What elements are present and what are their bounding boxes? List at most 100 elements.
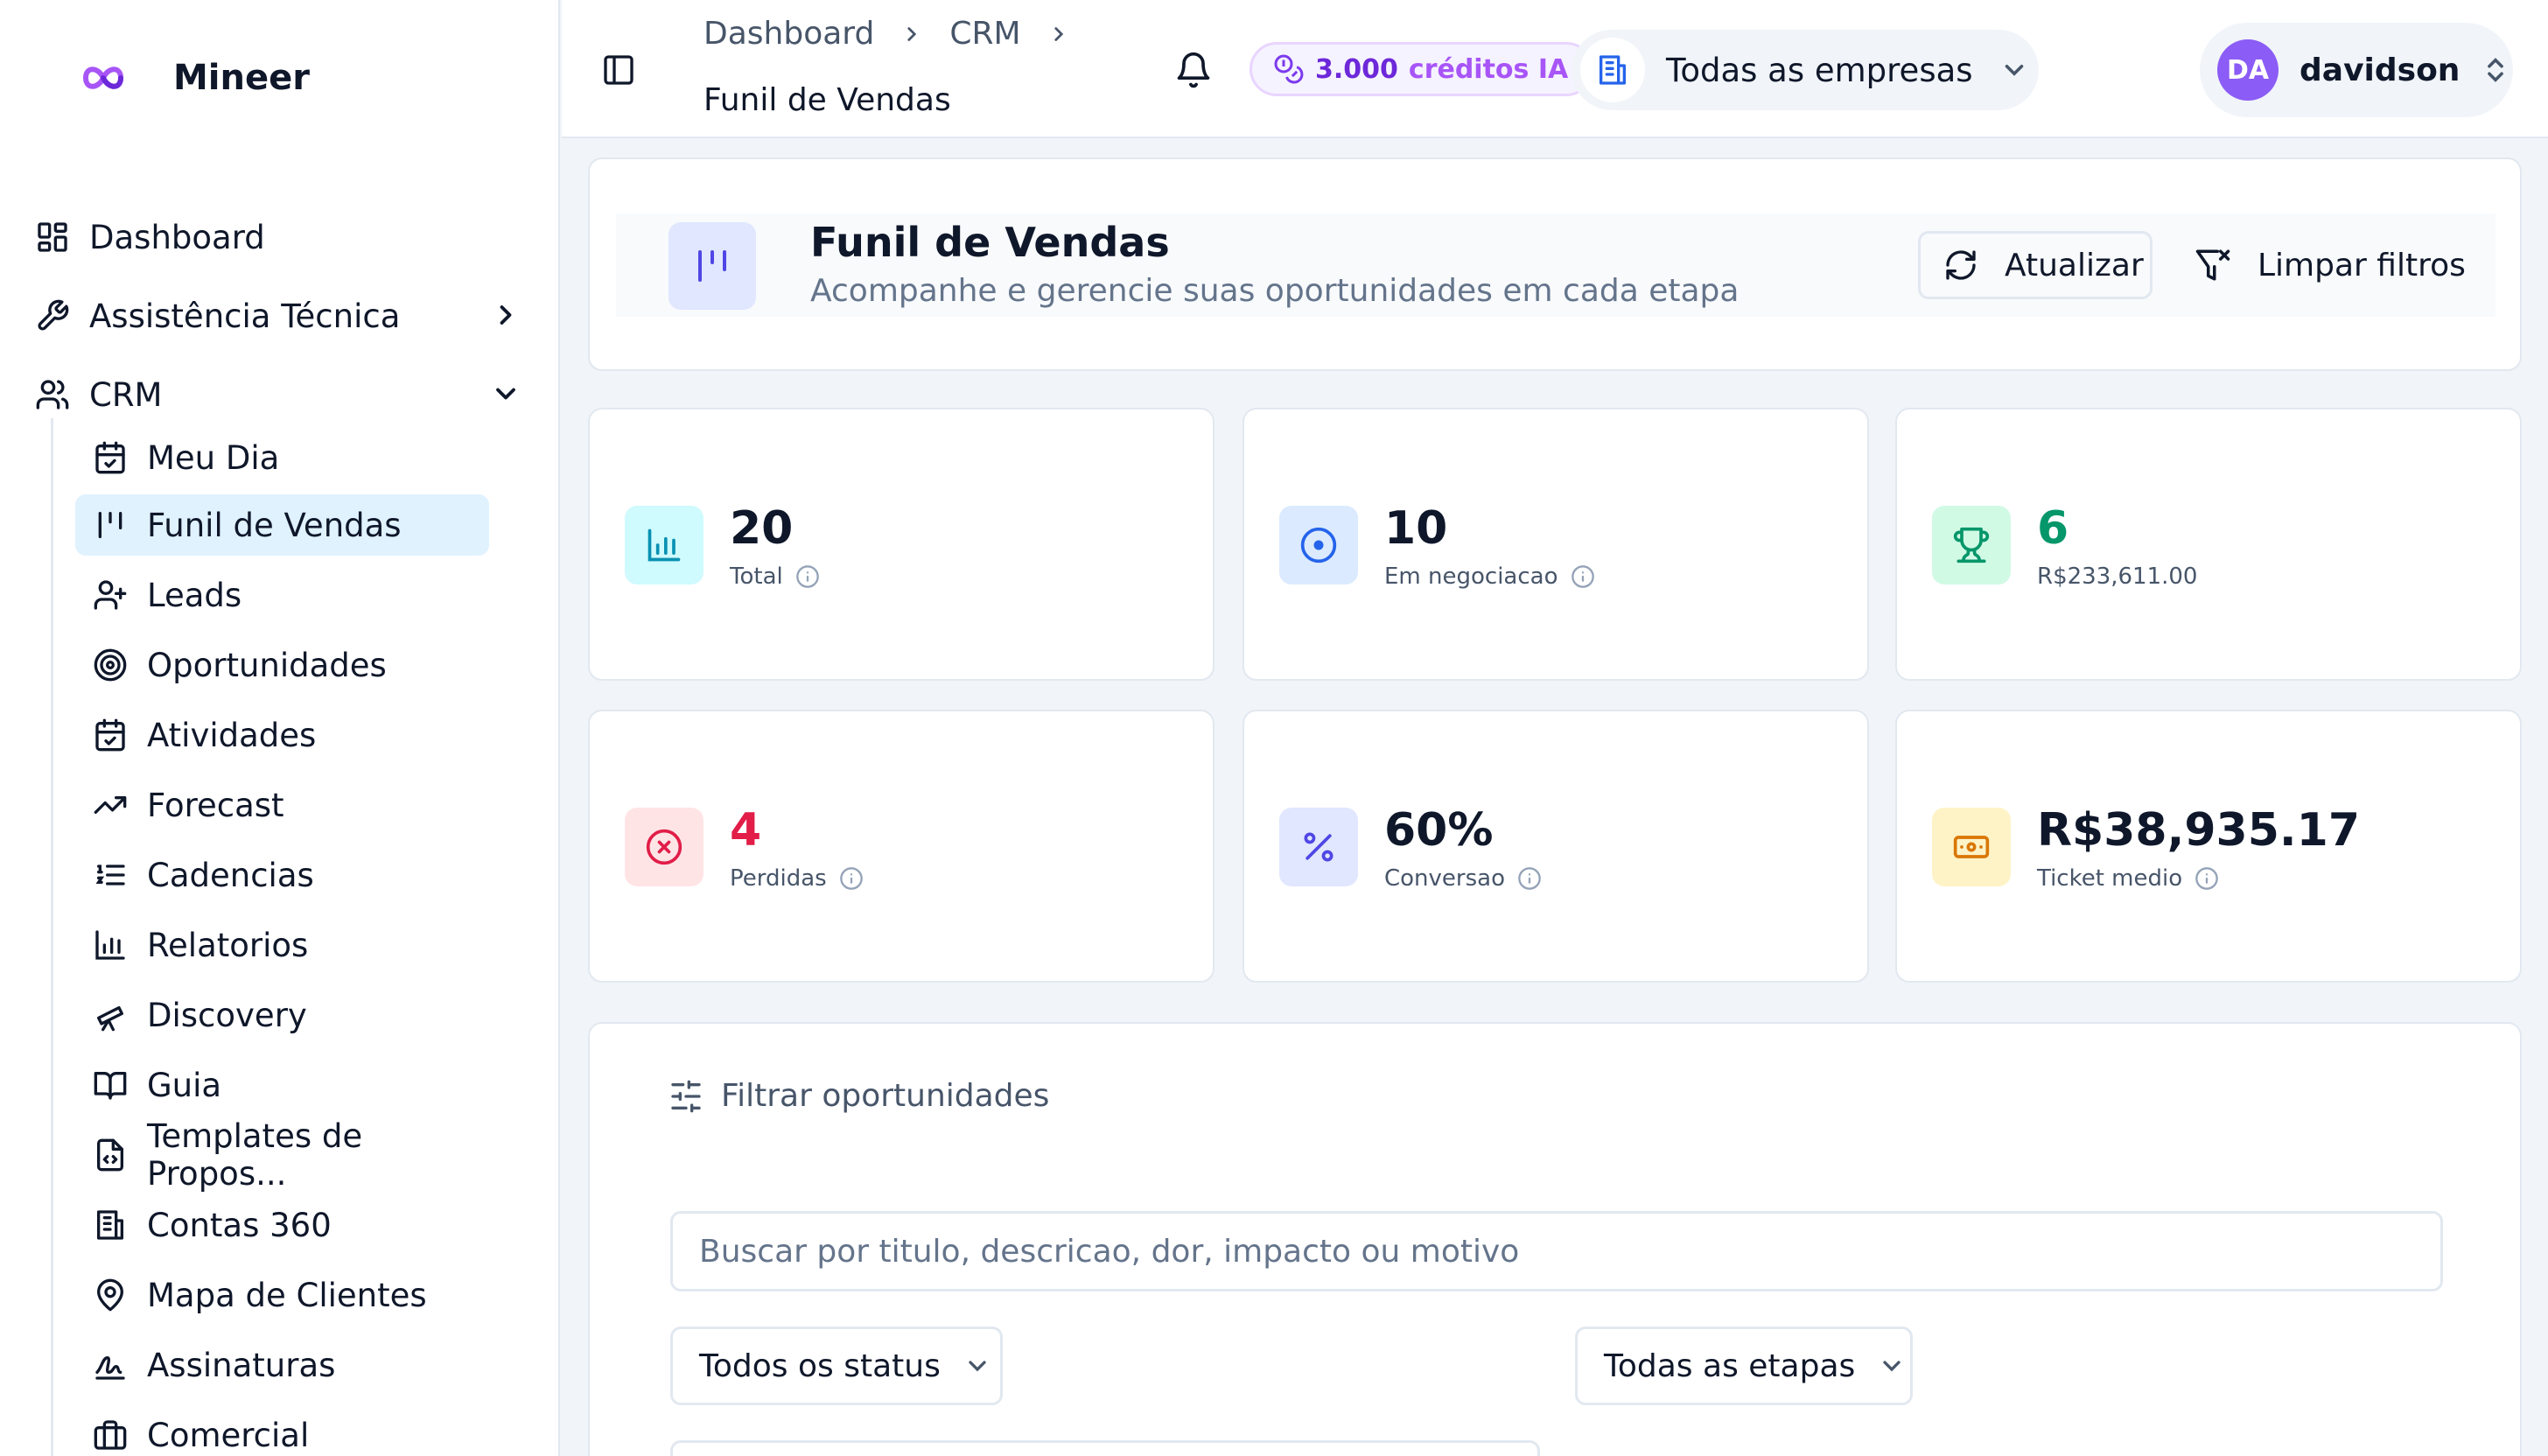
sidebar-item-label: Templates de Propos...	[147, 1117, 363, 1193]
calendar-check-icon	[93, 440, 128, 475]
sidebar-item-assistencia-tecnica[interactable]: Assistência Técnica	[35, 276, 534, 355]
bell-icon[interactable]	[1174, 51, 1213, 89]
trophy-icon	[1932, 506, 2011, 584]
sidebar-item-funil-de-vendas[interactable]: Funil de Vendas	[75, 494, 489, 556]
company-selector-value: Todas as empresas	[1666, 51, 1973, 89]
layout-grid-icon	[35, 220, 70, 255]
chevron-down-icon	[969, 1361, 986, 1372]
file-code-icon	[93, 1138, 128, 1172]
sidebar-item-label: Cadencias	[147, 856, 314, 894]
telescope-icon	[93, 998, 128, 1032]
sidebar-item-mapa-de-clientes[interactable]: Mapa de Clientes	[75, 1264, 489, 1326]
additional-filter-select[interactable]	[670, 1440, 1540, 1456]
stat-label-row: Ticket medio	[2037, 865, 2219, 892]
users-icon	[35, 377, 70, 412]
chevron-down-icon	[1883, 1361, 1900, 1372]
stat-card-ganhas: 6 R$233,611.00	[1895, 408, 2522, 681]
stat-card-ticket-medio: R$38,935.17 Ticket medio	[1895, 710, 2522, 983]
company-selector[interactable]: Todas as empresas	[1572, 30, 2039, 110]
sidebar-item-comercial[interactable]: Comercial	[75, 1404, 489, 1456]
info-icon[interactable]	[839, 866, 864, 891]
bar-chart-icon	[93, 928, 128, 962]
sidebar-item-label: Leads	[147, 576, 242, 614]
page-title-bar: Funil de Vendas Acompanhe e gerencie sua…	[616, 214, 2496, 317]
breadcrumb: Dashboard CRM	[704, 16, 1070, 52]
search-input[interactable]	[670, 1211, 2443, 1292]
stat-card-perdidas: 4 Perdidas	[588, 710, 1214, 983]
chevron-right-icon	[907, 26, 917, 41]
info-icon[interactable]	[1571, 564, 1595, 589]
signature-icon	[93, 1348, 128, 1382]
sidebar-item-relatorios[interactable]: Relatorios	[75, 914, 489, 976]
sidebar-item-assinaturas[interactable]: Assinaturas	[75, 1334, 489, 1396]
breadcrumb-dashboard[interactable]: Dashboard	[704, 16, 874, 52]
breadcrumb-crm[interactable]: CRM	[949, 16, 1020, 52]
coins-icon	[1274, 54, 1304, 84]
page-heading: Funil de Vendas Acompanhe e gerencie sua…	[810, 219, 1739, 309]
chevron-down-icon	[496, 388, 515, 400]
sidebar-item-guia[interactable]: Guia	[75, 1054, 489, 1116]
sidebar-item-label: Contas 360	[147, 1206, 332, 1244]
clear-filters-label: Limpar filtros	[2258, 247, 2466, 284]
target-icon	[1279, 506, 1358, 584]
user-plus-icon	[93, 578, 128, 612]
sidebar-item-label: Oportunidades	[147, 646, 387, 684]
refresh-icon	[1946, 250, 1976, 280]
credits-label: créditos IA	[1408, 53, 1569, 85]
stat-label-row: R$233,611.00	[2037, 564, 2197, 590]
info-icon[interactable]	[1517, 866, 1542, 891]
sidebar-item-label: Funil de Vendas	[147, 506, 402, 544]
ai-credits-badge[interactable]: 3.000 créditos IA	[1250, 42, 1594, 96]
sidebar-item-forecast[interactable]: Forecast	[75, 774, 489, 836]
credits-value: 3.000	[1315, 53, 1398, 85]
sidebar-item-label: Guia	[147, 1066, 222, 1104]
sidebar-item-leads[interactable]: Leads	[75, 564, 489, 626]
stage-select-value: Todas as etapas	[1604, 1348, 1856, 1384]
user-menu[interactable]: DA davidson	[2200, 23, 2513, 117]
nav-top: Dashboard Assistência Técnica CRM	[35, 198, 534, 434]
target-icon	[93, 648, 128, 682]
filter-heading-label: Filtrar oportunidades	[721, 1078, 1050, 1114]
list-ordered-icon	[93, 858, 128, 892]
stat-label: Ticket medio	[2037, 865, 2183, 892]
status-select[interactable]: Todos os status	[670, 1326, 1003, 1405]
refresh-button[interactable]: Atualizar	[1918, 231, 2152, 299]
sidebar-item-dashboard[interactable]: Dashboard	[35, 198, 534, 276]
sidebar-item-label: Mapa de Clientes	[147, 1276, 427, 1314]
user-name: davidson	[2300, 52, 2460, 88]
sidebar-item-oportunidades[interactable]: Oportunidades	[75, 634, 489, 696]
stat-label: Conversao	[1384, 865, 1505, 892]
sidebar-item-atividades[interactable]: Atividades	[75, 704, 489, 766]
info-icon[interactable]	[795, 564, 820, 589]
info-icon[interactable]	[2194, 866, 2219, 891]
sliders-icon	[671, 1080, 701, 1112]
building-icon	[93, 1208, 128, 1242]
sidebar-item-templates[interactable]: Templates de Propos...	[75, 1117, 489, 1193]
sidebar-item-discovery[interactable]: Discovery	[75, 984, 489, 1046]
infinity-logo-icon	[82, 66, 124, 89]
stage-select[interactable]: Todas as etapas	[1575, 1326, 1913, 1405]
briefcase-icon	[93, 1418, 128, 1452]
stat-value: 4	[730, 804, 762, 857]
clear-filters-button[interactable]: Limpar filtros	[2182, 231, 2471, 299]
chevron-down-icon	[2005, 64, 2023, 76]
stat-card-em-negociacao: 10 Em negociacao	[1242, 408, 1869, 681]
stat-label: Total	[730, 564, 783, 590]
sidebar-item-meu-dia[interactable]: Meu Dia	[75, 427, 489, 488]
sidebar-item-contas-360[interactable]: Contas 360	[75, 1194, 489, 1256]
sidebar-item-cadencias[interactable]: Cadencias	[75, 844, 489, 906]
sidebar-item-label: Assinaturas	[147, 1346, 336, 1384]
sidebar-toggle-icon[interactable]	[601, 52, 636, 88]
avatar: DA	[2217, 39, 2278, 101]
crm-submenu: Meu Dia Funil de Vendas Leads Oportunida…	[51, 418, 506, 1456]
percent-icon	[1279, 808, 1358, 886]
brand[interactable]: Mineer	[68, 58, 310, 98]
building-icon	[1580, 38, 1645, 102]
brand-name: Mineer	[173, 58, 310, 98]
sidebar-item-label: Meu Dia	[147, 438, 280, 477]
sidebar-item-label: Atividades	[147, 716, 317, 754]
map-pin-icon	[93, 1278, 128, 1312]
sidebar: Mineer Dashboard Assistência Técnica CRM	[0, 0, 560, 1456]
page-subtitle: Acompanhe e gerencie suas oportunidades …	[810, 273, 1740, 309]
sidebar-item-label: Discovery	[147, 996, 307, 1034]
